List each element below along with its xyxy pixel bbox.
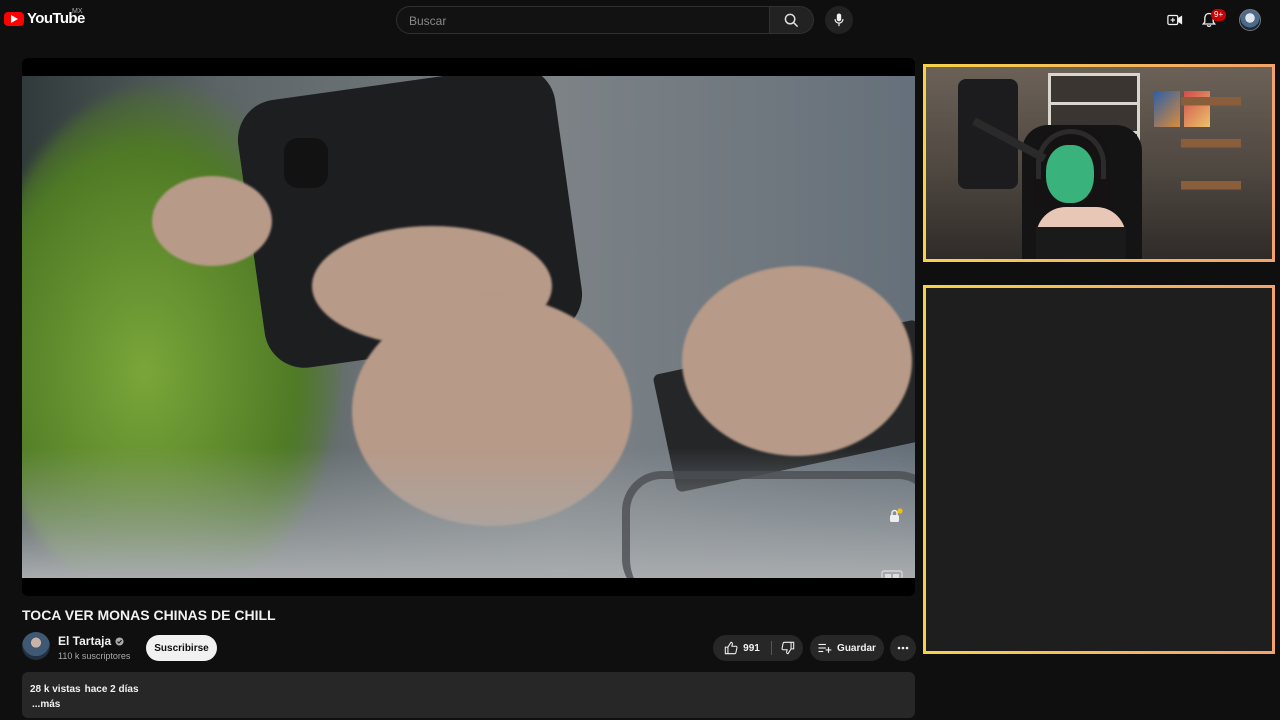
description-meta: 28 k vistas hace 2 días — [30, 684, 139, 695]
channel-avatar[interactable] — [22, 632, 50, 660]
webcam-streamer-top — [1036, 227, 1126, 259]
add-to-playlist-icon — [818, 643, 832, 653]
notification-count-badge: 9+ — [1211, 9, 1227, 21]
search-button[interactable] — [770, 6, 814, 34]
top-bar: YouTube MX 9+ — [0, 0, 1280, 40]
subscribe-button[interactable]: Suscribirse — [146, 635, 217, 661]
like-dislike-group: 991 — [713, 635, 803, 661]
save-label: Guardar — [837, 642, 876, 654]
youtube-logo[interactable]: YouTube MX — [4, 8, 85, 27]
video-title: TOCA VER MONAS CHINAS DE CHILL — [22, 607, 276, 623]
channel-name-text[interactable]: El Tartaja — [58, 634, 111, 648]
video-create-icon — [1167, 14, 1183, 26]
dislike-button[interactable] — [772, 635, 803, 661]
search-icon — [784, 13, 799, 27]
watermark-icon — [881, 570, 903, 578]
search-box[interactable] — [396, 6, 770, 34]
channel-name[interactable]: El Tartaja — [58, 634, 124, 648]
like-button[interactable]: 991 — [713, 635, 771, 661]
more-horizontal-icon — [897, 646, 909, 650]
upload-date: hace 2 días — [84, 684, 139, 695]
webcam-wood-shelf — [1181, 97, 1241, 237]
webcam-overlay — [923, 64, 1275, 262]
webcam-poster — [1154, 91, 1180, 127]
hand-left — [152, 176, 272, 266]
phone-camera — [284, 138, 328, 188]
chat-overlay-panel — [923, 285, 1275, 654]
description-box[interactable]: 28 k vistas hace 2 días ...más — [22, 672, 915, 718]
youtube-play-icon — [4, 11, 24, 26]
save-button[interactable]: Guardar — [810, 635, 884, 661]
account-avatar[interactable] — [1239, 9, 1261, 31]
eyeglasses — [622, 471, 915, 578]
microphone-icon — [834, 13, 844, 27]
thumbs-down-icon — [780, 641, 794, 655]
lock-icon[interactable] — [887, 508, 903, 524]
voice-search-button[interactable] — [825, 6, 853, 34]
show-more-link[interactable]: ...más — [32, 699, 60, 710]
second-hand — [682, 266, 912, 456]
thumbs-up-icon — [724, 641, 738, 655]
webcam-hanging-jacket — [958, 79, 1018, 189]
subscriber-count: 110 k suscriptores — [58, 651, 131, 661]
video-frame[interactable] — [22, 76, 915, 578]
more-actions-button[interactable] — [890, 635, 916, 661]
create-button[interactable] — [1164, 9, 1186, 31]
view-count: 28 k vistas — [30, 684, 81, 695]
search-input[interactable] — [407, 11, 761, 31]
video-player[interactable] — [22, 58, 915, 596]
verified-icon — [115, 636, 124, 646]
like-count: 991 — [743, 642, 760, 654]
logo-country-code: MX — [72, 8, 83, 15]
